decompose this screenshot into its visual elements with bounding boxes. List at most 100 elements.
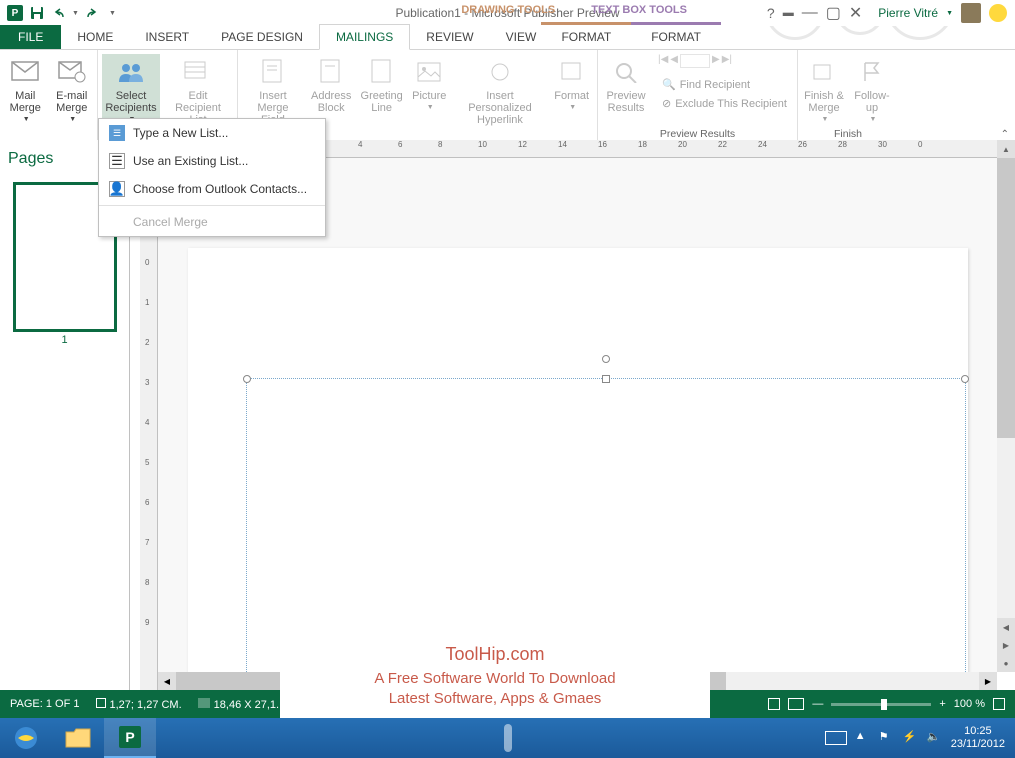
- format-button[interactable]: Format▼: [550, 54, 593, 114]
- email-icon: [56, 56, 88, 88]
- address-block-button[interactable]: Address Block: [308, 54, 354, 116]
- tab-file[interactable]: FILE: [0, 25, 61, 49]
- volume-icon[interactable]: 🔈: [927, 730, 943, 746]
- chevron-down-icon: ▼: [569, 104, 576, 112]
- vertical-ruler[interactable]: 0 1 2 3 4 5 6 7 8 9: [140, 158, 158, 690]
- scroll-up-icon[interactable]: ▲: [997, 140, 1015, 158]
- user-name[interactable]: Pierre Vitré: [878, 6, 938, 20]
- last-record-icon[interactable]: ▶|: [722, 54, 732, 68]
- status-size: 18,46 X 27,1...: [198, 698, 286, 711]
- maximize-icon[interactable]: ▢: [826, 3, 841, 23]
- tray-expand-icon[interactable]: ▲: [855, 730, 871, 746]
- fit-page-icon[interactable]: [993, 698, 1005, 710]
- taskbar-publisher[interactable]: P: [104, 718, 156, 758]
- collapse-ribbon-icon[interactable]: ⌃: [1001, 129, 1009, 140]
- next-page-icon[interactable]: ▶: [997, 636, 1015, 654]
- view-single-icon[interactable]: [768, 698, 780, 710]
- select-recipients-dropdown: ☰ Type a New List... ☰ Use an Existing L…: [98, 118, 326, 237]
- zoom-out-icon[interactable]: —: [812, 698, 823, 710]
- scroll-thumb[interactable]: [997, 158, 1015, 438]
- ribbon-display-icon[interactable]: ▬: [783, 7, 794, 19]
- tab-insert[interactable]: INSERT: [129, 25, 205, 49]
- zoom-slider[interactable]: [831, 703, 931, 706]
- search-icon: 🔍: [662, 78, 676, 91]
- undo-button[interactable]: [50, 4, 68, 22]
- status-page[interactable]: PAGE: 1 OF 1: [10, 698, 80, 710]
- insert-hyperlink-button[interactable]: Insert Personalized Hyperlink: [454, 54, 547, 128]
- undo-dropdown-icon[interactable]: ▼: [72, 10, 79, 17]
- page-canvas[interactable]: [188, 248, 968, 690]
- finish-icon: [808, 56, 840, 88]
- watermark-title: ToolHip.com: [300, 644, 690, 665]
- chevron-down-icon: ▼: [69, 116, 76, 124]
- app-icon[interactable]: P: [6, 4, 24, 22]
- existing-list-icon: ☰: [109, 153, 125, 169]
- feedback-icon[interactable]: [989, 4, 1007, 22]
- page-number: 1: [8, 334, 121, 346]
- power-icon[interactable]: ⚡: [903, 730, 919, 746]
- email-merge-button[interactable]: E-mail Merge▼: [51, 54, 94, 126]
- menu-use-existing-list[interactable]: ☰ Use an Existing List...: [99, 147, 325, 175]
- close-icon[interactable]: ✕: [849, 3, 862, 23]
- taskbar-explorer[interactable]: [52, 718, 104, 758]
- avatar[interactable]: [961, 3, 981, 23]
- exclude-icon: ⊘: [662, 97, 671, 110]
- preview-results-button[interactable]: Preview Results: [602, 54, 650, 116]
- exclude-recipient-button[interactable]: ⊘Exclude This Recipient: [658, 95, 791, 112]
- watermark: ToolHip.com A Free Software World To Dow…: [280, 634, 710, 718]
- resize-handle-tm[interactable]: [602, 375, 610, 383]
- rotate-handle[interactable]: [602, 355, 610, 363]
- vertical-scrollbar[interactable]: ▲ ▼: [997, 140, 1015, 672]
- greeting-line-button[interactable]: Greeting Line: [358, 54, 404, 116]
- tab-drawing-format[interactable]: FORMAT: [541, 22, 631, 49]
- taskbar-handle[interactable]: [504, 724, 512, 752]
- finish-merge-button[interactable]: Finish & Merge▼: [802, 54, 846, 126]
- greeting-icon: [366, 56, 398, 88]
- watermark-line1: A Free Software World To Download: [300, 669, 690, 689]
- zoom-in-icon[interactable]: +: [939, 698, 945, 710]
- next-record-icon[interactable]: ▶: [712, 54, 720, 68]
- scroll-right-icon[interactable]: ▶: [979, 672, 997, 690]
- mail-merge-button[interactable]: Mail Merge▼: [4, 54, 47, 126]
- status-position: 1,27; 1,27 CM.: [96, 698, 182, 711]
- tray-clock[interactable]: 10:25 23/11/2012: [951, 725, 1005, 751]
- scroll-left-icon[interactable]: ◀: [158, 672, 176, 690]
- save-button[interactable]: [28, 4, 46, 22]
- title-bar: P ▼ ▼ Publication1 - Microsoft Publisher…: [0, 0, 1015, 26]
- resize-handle-tl[interactable]: [243, 375, 251, 383]
- redo-button[interactable]: [83, 4, 101, 22]
- minimize-icon[interactable]: —: [802, 4, 818, 22]
- tab-textbox-format[interactable]: FORMAT: [631, 22, 721, 49]
- prev-record-icon[interactable]: ◀: [670, 54, 678, 68]
- user-dropdown-icon[interactable]: ▼: [946, 10, 953, 17]
- qat-customize-icon[interactable]: ▼: [109, 10, 116, 17]
- resize-handle-tr[interactable]: [961, 375, 969, 383]
- canvas-area[interactable]: [158, 158, 997, 690]
- follow-up-button[interactable]: Follow- up▼: [850, 54, 894, 126]
- picture-button[interactable]: Picture▼: [409, 54, 450, 114]
- view-two-page-icon[interactable]: [788, 698, 804, 710]
- action-center-icon[interactable]: ⚑: [879, 730, 895, 746]
- find-recipient-button[interactable]: 🔍Find Recipient: [658, 76, 791, 93]
- link-icon: [484, 56, 516, 88]
- taskbar: P ▲ ⚑ ⚡ 🔈 10:25 23/11/2012: [0, 718, 1015, 758]
- zoom-level[interactable]: 100 %: [954, 698, 985, 710]
- record-input[interactable]: [680, 54, 710, 68]
- menu-type-new-list[interactable]: ☰ Type a New List...: [99, 119, 325, 147]
- first-record-icon[interactable]: |◀: [658, 54, 668, 68]
- select-recipients-button[interactable]: Select Recipients▼: [102, 54, 160, 126]
- taskbar-ie[interactable]: [0, 718, 52, 758]
- nav-browse-icon[interactable]: ●: [997, 654, 1015, 672]
- tab-review[interactable]: REVIEW: [410, 25, 489, 49]
- help-icon[interactable]: ?: [767, 5, 775, 21]
- tab-page-design[interactable]: PAGE DESIGN: [205, 25, 319, 49]
- prev-page-icon[interactable]: ◀: [997, 618, 1015, 636]
- menu-outlook-contacts[interactable]: 👤 Choose from Outlook Contacts...: [99, 175, 325, 203]
- address-icon: [315, 56, 347, 88]
- tab-home[interactable]: HOME: [61, 25, 129, 49]
- picture-icon: [413, 56, 445, 88]
- keyboard-icon[interactable]: [825, 731, 847, 745]
- menu-cancel-merge: Cancel Merge: [99, 208, 325, 236]
- tab-mailings[interactable]: MAILINGS: [319, 24, 410, 50]
- preview-icon: [610, 56, 642, 88]
